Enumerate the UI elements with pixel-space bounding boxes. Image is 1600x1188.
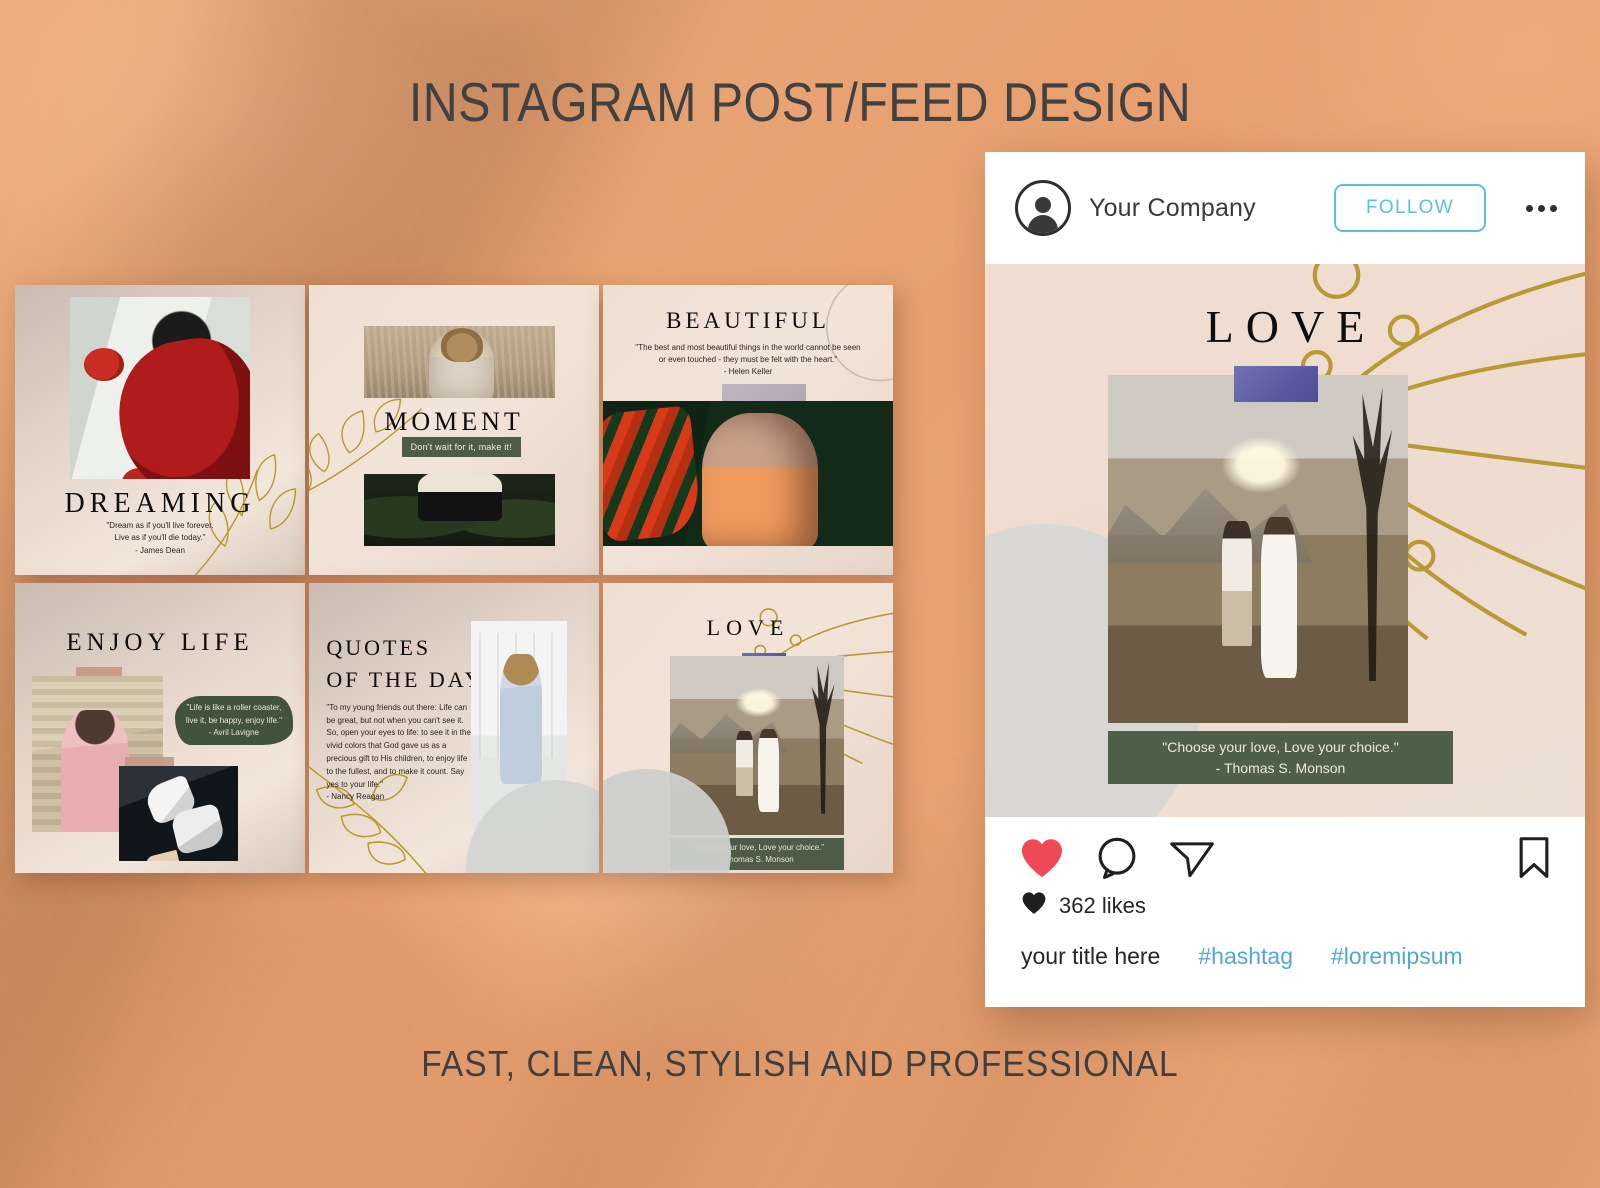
photo-tree bbox=[1352, 387, 1393, 682]
card-photo-woman-in-field bbox=[364, 325, 556, 399]
template-card-enjoy-life[interactable]: ENJOY LIFE "Life is like a roller coaste… bbox=[15, 583, 305, 873]
card-photo-woman-seated-greenery bbox=[364, 473, 556, 546]
bookmark-icon[interactable] bbox=[1517, 836, 1551, 880]
card-title: LOVE bbox=[706, 614, 790, 640]
quote-author: - Helen Keller bbox=[723, 366, 773, 376]
post-tape-decoration bbox=[1234, 366, 1318, 403]
card-photo-dreaming-woman-red-coat bbox=[70, 296, 250, 480]
instagram-post-header: Your Company FOLLOW bbox=[985, 152, 1585, 264]
quote-author: - Avril Lavigne bbox=[208, 727, 259, 737]
heart-small-icon bbox=[1021, 891, 1047, 921]
quote-body: "To my young friends out there: Life can… bbox=[326, 702, 471, 789]
post-title-text: your title here bbox=[1021, 943, 1161, 969]
post-photo-couple-mountains bbox=[1108, 374, 1408, 723]
instagram-post-image[interactable]: LOVE "Choose your love, Love your choice… bbox=[985, 264, 1585, 817]
dot bbox=[1550, 204, 1557, 212]
photo-sun bbox=[1222, 437, 1300, 494]
share-paperplane-icon[interactable] bbox=[1169, 836, 1215, 880]
card-quote: "The best and most beautiful things in t… bbox=[626, 342, 870, 378]
user-avatar-icon[interactable] bbox=[1015, 180, 1071, 236]
instagram-post-mockup: Your Company FOLLOW LOVE "Choose your lo… bbox=[985, 152, 1585, 1007]
card-quote: "Dream as if you'll live forever. Live a… bbox=[67, 520, 253, 557]
likes-count-label: 362 likes bbox=[1059, 893, 1146, 918]
card-title-line-1: QUOTES bbox=[326, 635, 432, 661]
photo-sun bbox=[735, 687, 782, 717]
card-quote: "To my young friends out there: Life can… bbox=[326, 702, 471, 804]
account-username[interactable]: Your Company bbox=[1089, 194, 1316, 223]
template-card-love[interactable]: LOVE "Choose your love, Love your choice… bbox=[603, 583, 893, 873]
follow-button[interactable]: FOLLOW bbox=[1333, 184, 1486, 232]
card-badge: Don't wait for it, make it! bbox=[401, 437, 521, 458]
caption-line-1: "Choose your love, Love your choice." bbox=[1162, 738, 1399, 755]
photo-bride bbox=[758, 729, 780, 812]
card-title: QUOTES OF THE DAY bbox=[326, 632, 483, 696]
post-caption-bar: "Choose your love, Love your choice." - … bbox=[1108, 731, 1453, 784]
card-quote-brush: "Life is like a roller coaster, live it,… bbox=[174, 696, 294, 746]
quote-author: - Nancy Reagan bbox=[326, 792, 385, 802]
template-card-dreaming[interactable]: DREAMING "Dream as if you'll live foreve… bbox=[15, 285, 305, 575]
photo-tree bbox=[811, 662, 835, 814]
hashtag-link-1[interactable]: #hashtag bbox=[1198, 943, 1293, 970]
card-title: MOMENT bbox=[384, 406, 524, 436]
card-title: ENJOY LIFE bbox=[66, 629, 254, 657]
card-title: DREAMING bbox=[64, 488, 256, 519]
page-title: INSTAGRAM POST/FEED DESIGN bbox=[408, 71, 1192, 133]
more-options-icon[interactable] bbox=[1526, 204, 1557, 212]
quote-author: - James Dean bbox=[135, 545, 185, 555]
quote-line-1: "Dream as if you'll live forever. bbox=[106, 520, 214, 530]
instagram-action-bar bbox=[985, 817, 1585, 899]
post-title: LOVE bbox=[1205, 300, 1377, 352]
avatar-silhouette bbox=[1028, 215, 1058, 233]
quote-line-2: live it, be happy, enjoy life." bbox=[185, 715, 282, 725]
quote-line-1: "The best and most beautiful things in t… bbox=[635, 342, 861, 352]
photo-groom bbox=[1222, 520, 1252, 647]
template-card-quotes-of-the-day[interactable]: QUOTES OF THE DAY "To my young friends o… bbox=[309, 583, 599, 873]
caption-author: - Thomas S. Monson bbox=[1215, 759, 1346, 776]
light-shadow-band bbox=[0, 821, 681, 1188]
quote-line-2: or even touched - they must be felt with… bbox=[658, 354, 838, 364]
quote-line-1: "Life is like a roller coaster, bbox=[186, 703, 282, 713]
quote-line-2: Live as if you'll die today." bbox=[114, 533, 206, 543]
footer-tagline: FAST, CLEAN, STYLISH AND PROFESSIONAL bbox=[421, 1043, 1179, 1084]
template-card-beautiful[interactable]: BEAUTIFUL "The best and most beautiful t… bbox=[603, 285, 893, 575]
photo-bride bbox=[1261, 517, 1297, 678]
hashtag-link-2[interactable]: #loremipsum bbox=[1331, 943, 1463, 970]
photo-groom bbox=[735, 731, 754, 796]
comment-bubble-icon[interactable] bbox=[1095, 836, 1139, 880]
template-grid: DREAMING "Dream as if you'll live foreve… bbox=[15, 285, 901, 875]
card-title-line-2: OF THE DAY bbox=[326, 667, 484, 693]
template-card-moment[interactable]: MOMENT Don't wait for it, make it! bbox=[309, 285, 599, 575]
post-caption-row: your title here #hashtag #loremipsum bbox=[985, 921, 1585, 970]
heart-filled-icon[interactable] bbox=[1019, 837, 1065, 879]
card-photo-legs-sneakers bbox=[119, 765, 239, 862]
dot bbox=[1526, 204, 1533, 212]
card-title: BEAUTIFUL bbox=[666, 308, 830, 334]
card-photo-woman-tropical bbox=[603, 401, 893, 546]
dot bbox=[1538, 204, 1545, 212]
likes-row: 362 likes bbox=[985, 891, 1585, 921]
